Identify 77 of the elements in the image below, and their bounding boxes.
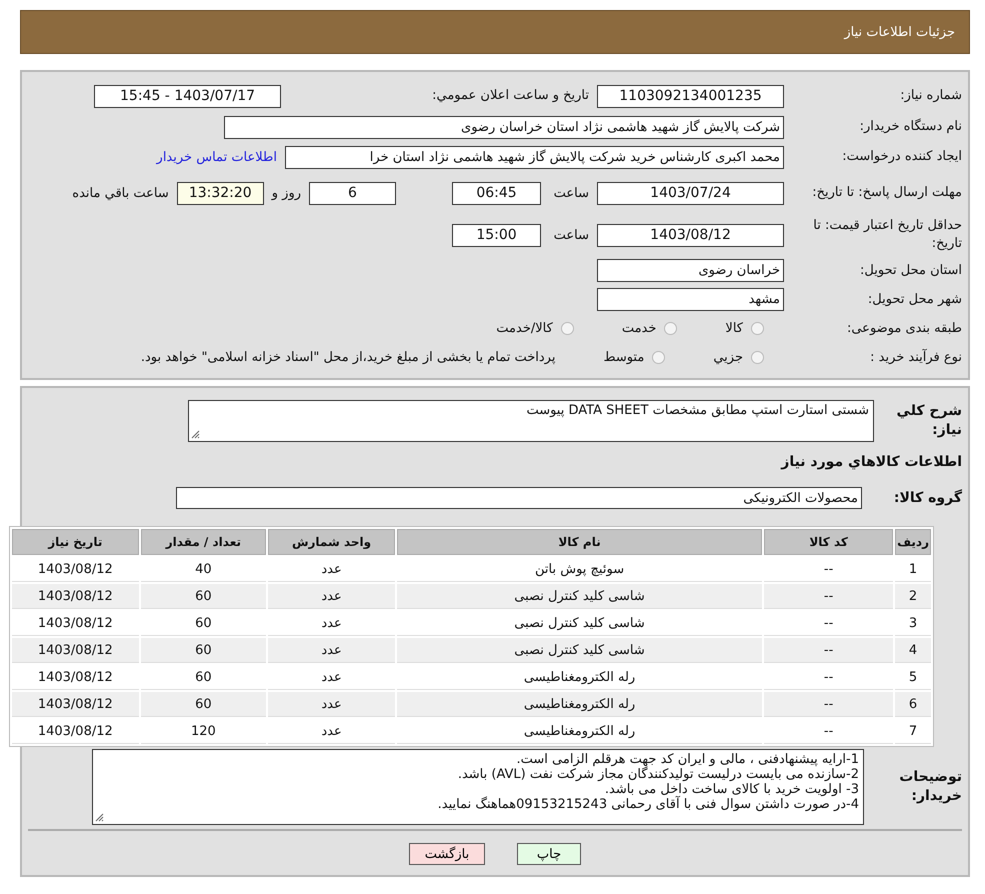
field-label: نام دستگاه خریدار:	[858, 118, 962, 136]
table-cell: 2	[895, 584, 931, 609]
column-header: ردیف	[895, 529, 931, 555]
field-label: شرح کلي نياز:	[896, 402, 962, 440]
note-line: 1-ارایه پیشنهادفنی ، مالی و ایران کد جهت هرقلم الزامی است.	[516, 752, 859, 767]
table-cell: 4	[895, 638, 931, 663]
time-field: 15:00	[452, 224, 541, 246]
note-line: 2-سازنده می بایست درلیست تولیدکنندگان مجاز شرکت نفت (AVL) باشد.	[456, 767, 859, 782]
section-title: اطلاعات کالاهاي مورد نياز	[780, 452, 962, 472]
remaining-label: ساعت باقي مانده	[72, 186, 169, 200]
radio-button[interactable]	[652, 351, 666, 364]
table-cell: 60	[140, 692, 266, 717]
table-cell: --	[764, 638, 894, 663]
city-field: مشهد	[597, 288, 784, 311]
field-label: شهر محل تحویل:	[866, 290, 962, 308]
table-cell: رله الکترومغناطیسی	[396, 692, 762, 717]
resize-grip-icon	[191, 430, 200, 439]
table-cell: عدد	[268, 692, 395, 717]
time-label: ساعت	[552, 228, 589, 242]
contact-link[interactable]: اطلاعات تماس خریدار	[156, 150, 277, 164]
radio-button[interactable]	[560, 322, 574, 335]
days-label: روز و	[272, 186, 301, 200]
field-label: گروه کالا:	[892, 488, 962, 508]
table-cell: عدد	[268, 638, 395, 663]
goods-group-field: محصولات الکترونیکی	[176, 487, 862, 509]
payment-note: پرداخت تمام یا بخشی از مبلغ خرید،از محل "اسناد خزانه اسلامی" خواهد بود.	[140, 350, 556, 365]
field-label: استان محل تحویل:	[859, 262, 962, 280]
province-field: خراسان رضوی	[597, 259, 784, 282]
table-cell: 1403/08/12	[12, 584, 139, 609]
table-cell: 1403/08/12	[12, 638, 139, 663]
column-header: کد کالا	[764, 529, 894, 555]
radio-button[interactable]	[751, 351, 764, 364]
date-field: 1403/07/24	[597, 182, 784, 204]
remaining-time-field: 13:32:20	[176, 182, 264, 204]
time-field: 06:45	[452, 182, 541, 204]
announce-date-field: 1403/07/17 - 15:45	[94, 84, 281, 108]
field-label: ایجاد کننده درخواست:	[841, 148, 962, 166]
back-button[interactable]: بازگشت	[409, 843, 485, 865]
column-header: تاریخ نیاز	[12, 529, 139, 555]
column-header: تعداد / مقدار	[140, 529, 266, 555]
resize-grip-icon	[95, 813, 104, 822]
radio-label: کالا/خدمت	[496, 321, 553, 336]
table-cell: شاسی کلید کنترل نصبی	[396, 638, 762, 663]
table-cell: 60	[140, 638, 266, 663]
summary-box: شستی استارت استپ مطابق مشخصات DATA SHEET پیوست	[188, 400, 874, 442]
field-label: توضیحات خریدار:	[898, 768, 962, 806]
table-cell: 6	[895, 692, 931, 717]
radio-button[interactable]	[751, 322, 764, 335]
radio-button[interactable]	[664, 322, 678, 335]
column-header: واحد شمارش	[268, 529, 395, 555]
radio-label: خدمت	[622, 321, 656, 336]
radio-label: کالا	[725, 321, 743, 336]
table-cell: --	[764, 584, 894, 609]
time-label: ساعت	[552, 186, 589, 200]
radio-label: جزيي	[713, 350, 743, 365]
table-cell: --	[764, 692, 894, 717]
table-cell: 60	[140, 584, 266, 609]
note-line: 4-در صورت داشتن سوال فنی با آقای رحمانی 09153215243هماهنگ نمایید.	[436, 797, 859, 812]
page-title: جزئيات اطلاعات نياز	[844, 24, 955, 40]
table-cell: عدد	[268, 584, 395, 609]
field-label: نوع فرآیند خرید :	[869, 348, 962, 366]
print-button[interactable]: چاپ	[517, 843, 581, 865]
field-label: طبقه بندی موضوعی:	[846, 320, 962, 338]
date-field: 1403/08/12	[597, 224, 784, 246]
note-line: 3- اولویت خرید با کالای ساخت داخل می باشد.	[604, 782, 859, 797]
field-label: تاريخ و ساعت اعلان عمومي:	[431, 87, 589, 105]
creator-field: محمد اکبری کارشناس خرید شرکت پالایش گاز شهید هاشمی نژاد استان خرا	[285, 146, 784, 168]
column-header: نام کالا	[396, 529, 762, 555]
need-number-field: 1103092134001235	[597, 84, 784, 108]
table-cell: 1403/08/12	[12, 692, 139, 717]
field-label: مهلت ارسال پاسخ: تا تاریخ:	[811, 184, 962, 202]
radio-label: متوسط	[603, 350, 644, 365]
buyer-field: شرکت پالایش گاز شهید هاشمی نژاد استان خراسان رضوی	[224, 116, 784, 138]
days-field: 6	[309, 182, 396, 204]
field-label: شماره نیاز:	[899, 87, 962, 105]
field-label: حداقل تاریخ اعتبار قیمت: تا تاریخ:	[812, 217, 962, 253]
table-cell: شاسی کلید کنترل نصبی	[396, 584, 762, 609]
